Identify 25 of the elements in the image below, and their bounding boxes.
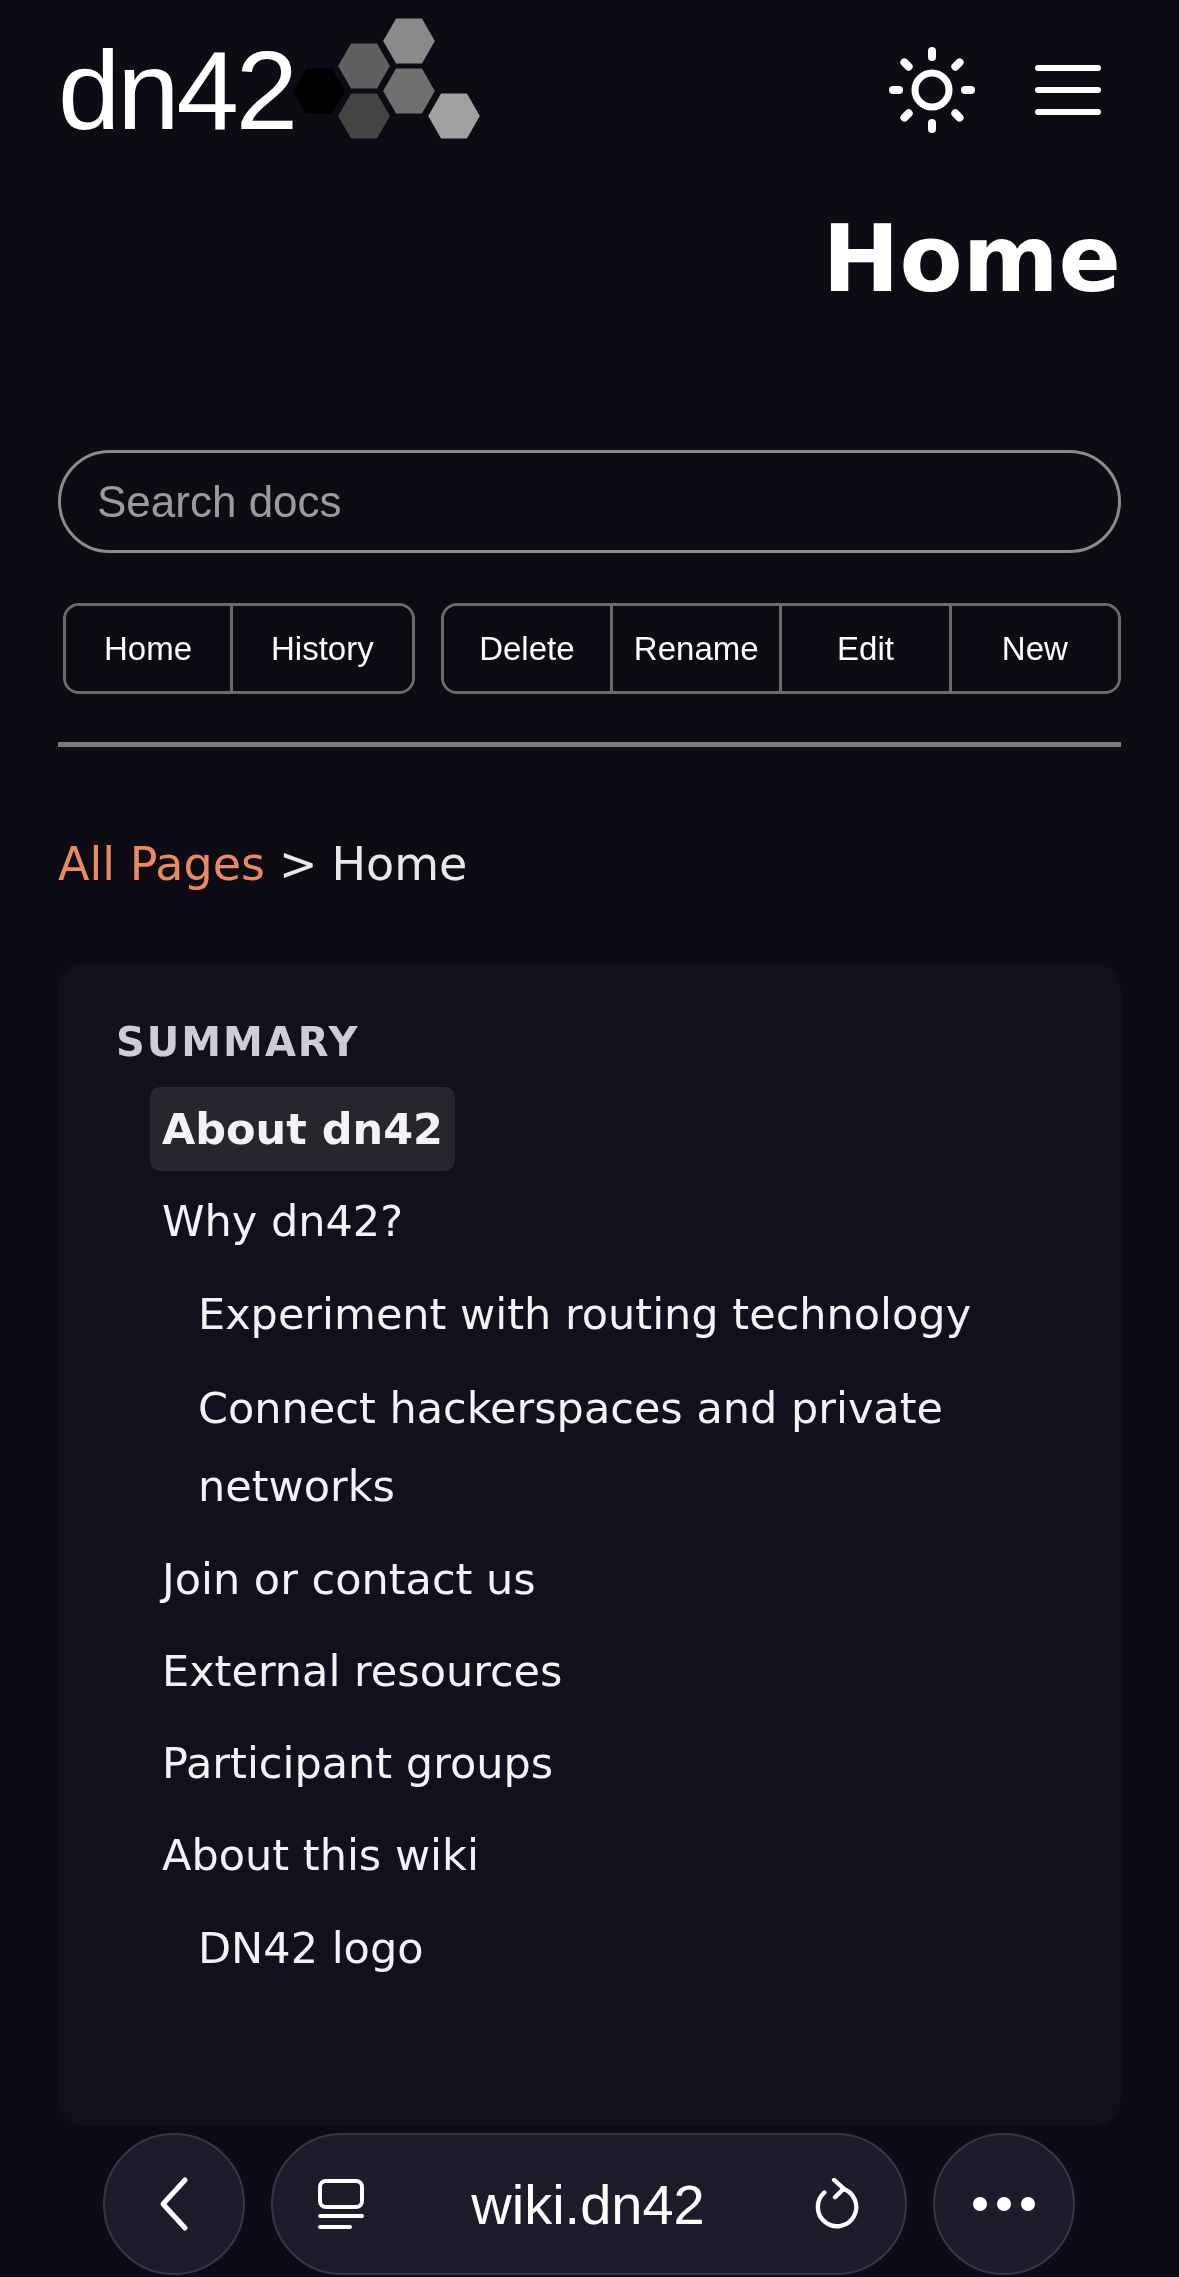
summary-link[interactable]: Experiment with routing technology xyxy=(186,1271,984,1357)
menu-icon[interactable] xyxy=(1035,64,1101,116)
toolbar-button[interactable]: History xyxy=(230,606,412,691)
search-field[interactable]: Search docs xyxy=(58,450,1121,553)
address-bar[interactable]: wiki.dn42 xyxy=(271,2133,907,2275)
toolbar-button[interactable]: New xyxy=(948,606,1118,691)
chevron-left-icon xyxy=(159,2176,189,2232)
sun-icon[interactable] xyxy=(887,45,977,135)
summary-link[interactable]: Connect hackerspaces and private networks xyxy=(186,1365,1081,1529)
url-text: wiki.dn42 xyxy=(471,2171,705,2237)
breadcrumb-separator: > xyxy=(279,837,318,891)
more-icon xyxy=(972,2196,1036,2212)
summary-link[interactable]: Why dn42? xyxy=(150,1179,415,1263)
summary-link[interactable]: External resources xyxy=(150,1629,575,1713)
summary-link[interactable]: DN42 logo xyxy=(186,1905,436,1991)
logo-text[interactable]: dn42 xyxy=(58,25,296,155)
breadcrumb-link[interactable]: All Pages xyxy=(58,837,265,891)
summary-link[interactable]: Join or contact us xyxy=(150,1537,548,1621)
summary-link[interactable]: About this wiki xyxy=(150,1813,491,1897)
summary-heading: SUMMARY xyxy=(115,1019,361,1065)
tabs-icon[interactable] xyxy=(317,2178,365,2230)
page-title: Home xyxy=(821,205,1121,315)
summary-link[interactable]: About dn42 xyxy=(150,1087,455,1171)
breadcrumb-current: Home xyxy=(331,837,468,891)
summary-link[interactable]: Participant groups xyxy=(150,1721,566,1805)
